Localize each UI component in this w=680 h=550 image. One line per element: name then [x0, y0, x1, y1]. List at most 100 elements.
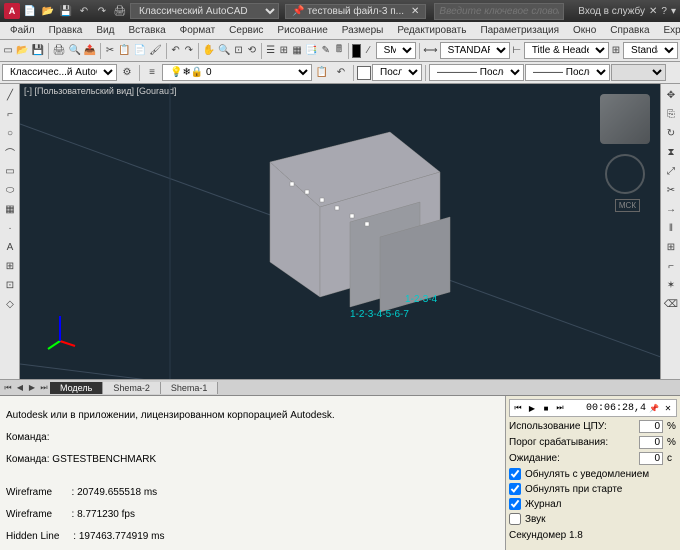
match-btn[interactable]: 🖌 [148, 42, 163, 60]
paste-btn[interactable]: 📄 [133, 42, 147, 60]
dim-btn[interactable]: ⟷ [422, 42, 438, 60]
tab-first-icon[interactable]: ⏮ [2, 382, 14, 394]
redo-icon[interactable]: ↷ [94, 3, 110, 19]
tab-last-icon[interactable]: ⏭ [38, 382, 50, 394]
menu-tools[interactable]: Сервис [223, 23, 269, 38]
stop-icon[interactable]: ■ [540, 402, 552, 414]
zoom-window-btn[interactable]: ⊡ [232, 42, 244, 60]
undo-btn[interactable]: ↶ [169, 42, 181, 60]
dim2-btn[interactable]: ⊢ [511, 42, 523, 60]
menu-format[interactable]: Формат [174, 23, 222, 38]
menu-dimension[interactable]: Размеры [336, 23, 390, 38]
nav-wheel[interactable] [605, 154, 645, 194]
minimize-icon[interactable]: ▾ [671, 6, 676, 17]
pin-icon[interactable]: 📌 [648, 402, 660, 414]
menu-express[interactable]: Express [658, 23, 680, 38]
properties-btn[interactable]: ☰ [265, 42, 277, 60]
zoom-btn[interactable]: 🔍 [217, 42, 231, 60]
explode-tool[interactable]: ✶ [662, 276, 680, 294]
help-icon[interactable]: ? [661, 6, 667, 17]
menu-modify[interactable]: Редактировать [391, 23, 472, 38]
text-tool[interactable]: A [1, 238, 19, 256]
layout-tab-1[interactable]: Shema-2 [103, 382, 161, 394]
menu-file[interactable]: Файл [4, 23, 41, 38]
rewind-icon[interactable]: ⏮ [512, 402, 524, 414]
print-btn[interactable]: 🖨 [52, 42, 67, 60]
rect-tool[interactable]: ▭ [1, 162, 19, 180]
color-fore[interactable] [352, 44, 362, 58]
open-btn[interactable]: 📂 [15, 42, 29, 60]
filename-tab[interactable]: 📌тестовый файл-3 п...✕ [285, 4, 426, 19]
layer-props-btn[interactable]: ≡ [143, 64, 161, 82]
fillet-tool[interactable]: ⌐ [662, 257, 680, 275]
ellipse-tool[interactable]: ⬭ [1, 181, 19, 199]
mirror-tool[interactable]: ⧗ [662, 143, 680, 161]
move-tool[interactable]: ✥ [662, 86, 680, 104]
menu-edit[interactable]: Правка [43, 23, 89, 38]
new-btn[interactable]: ▭ [2, 42, 14, 60]
play-icon[interactable]: ▶ [526, 402, 538, 414]
trim-tool[interactable]: ✂ [662, 181, 680, 199]
point-tool[interactable]: · [1, 219, 19, 237]
markup-btn[interactable]: ✎ [320, 42, 332, 60]
workspace-dropdown[interactable]: Классический AutoCAD [130, 3, 279, 19]
tab-prev-icon[interactable]: ◀ [14, 382, 26, 394]
linetype-combo[interactable]: После [372, 64, 422, 81]
redo-btn[interactable]: ↷ [183, 42, 195, 60]
hatch-tool[interactable]: ▦ [1, 200, 19, 218]
textstyle-combo[interactable]: Standard [623, 42, 678, 59]
circle-tool[interactable]: ○ [1, 124, 19, 142]
signin-link[interactable]: Вход в службу [578, 6, 645, 17]
offset-tool[interactable]: ‖ [662, 219, 680, 237]
command-history[interactable]: Autodesk или в приложении, лицензированн… [0, 396, 505, 550]
wait-value[interactable]: 0 [639, 452, 663, 465]
designcenter-btn[interactable]: ⊞ [278, 42, 290, 60]
sm-combo[interactable]: SM [376, 42, 416, 59]
viewport[interactable]: [-] [Пользовательский вид] [Gouraud] [20, 84, 660, 379]
save-icon[interactable]: 💾 [58, 3, 74, 19]
layout-tab-2[interactable]: Shema-1 [161, 382, 219, 394]
lineweight-combo[interactable]: ———— После [429, 64, 524, 81]
zoom-prev-btn[interactable]: ⟲ [246, 42, 258, 60]
model-tab[interactable]: Модель [50, 382, 103, 394]
close-icon[interactable]: ✕ [662, 402, 674, 414]
line-btn[interactable]: ∕ [362, 42, 374, 60]
ws-settings-btn[interactable]: ⚙ [118, 64, 136, 82]
copy-btn[interactable]: 📋 [117, 42, 131, 60]
color-swatch[interactable] [357, 66, 371, 80]
toolpalettes-btn[interactable]: ▦ [291, 42, 303, 60]
close-file-icon[interactable]: ✕ [411, 6, 419, 17]
dimstyle-combo[interactable]: STANDARD [440, 42, 510, 59]
extend-tool[interactable]: → [662, 200, 680, 218]
workspace-combo2[interactable]: Классичес...й AutoCAI [2, 64, 117, 81]
menu-insert[interactable]: Вставка [122, 23, 171, 38]
polyline-tool[interactable]: ⌐ [1, 105, 19, 123]
sheetset-btn[interactable]: 📑 [304, 42, 318, 60]
save-btn[interactable]: 💾 [31, 42, 45, 60]
ffwd-icon[interactable]: ⏭ [554, 402, 566, 414]
qcalc-btn[interactable]: 🖩 [333, 42, 345, 60]
wcs-label[interactable]: МСК [615, 199, 640, 212]
layer-combo[interactable]: 💡❄🔒 0 [162, 64, 312, 81]
table-tool[interactable]: ⊡ [1, 276, 19, 294]
undo-icon[interactable]: ↶ [76, 3, 92, 19]
menu-window[interactable]: Окно [567, 23, 602, 38]
threshold-value[interactable]: 0 [639, 436, 663, 449]
cut-btn[interactable]: ✂ [104, 42, 116, 60]
check-log[interactable]: Журнал [509, 498, 677, 510]
exchange-icon[interactable]: ✕ [649, 6, 657, 17]
viewcube[interactable] [600, 94, 650, 144]
print-icon[interactable]: 🖨 [112, 3, 128, 19]
menu-help[interactable]: Справка [604, 23, 655, 38]
app-icon[interactable]: A [4, 3, 20, 19]
check-reset-start[interactable]: Обнулять при старте [509, 483, 677, 495]
new-icon[interactable]: 📄 [22, 3, 38, 19]
copy-tool[interactable]: ⎘ [662, 105, 680, 123]
preview-btn[interactable]: 🔍 [67, 42, 81, 60]
plotstyle-combo[interactable]: ——— После [525, 64, 610, 81]
block-tool[interactable]: ⊞ [1, 257, 19, 275]
scale-tool[interactable]: ⤢ [662, 162, 680, 180]
publish-btn[interactable]: 📤 [83, 42, 97, 60]
open-icon[interactable]: 📂 [40, 3, 56, 19]
erase-tool[interactable]: ⌫ [662, 295, 680, 313]
